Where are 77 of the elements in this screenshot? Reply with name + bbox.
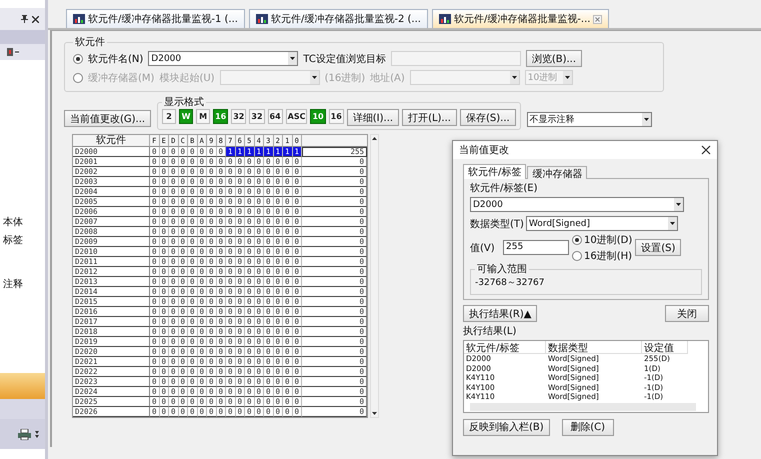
pin-icon[interactable] xyxy=(21,15,28,23)
module-start-label: 模块起始(U) xyxy=(159,72,215,84)
format-button[interactable]: 32 xyxy=(231,109,246,124)
radio-label: 缓冲存储器(M) xyxy=(88,72,154,84)
format-button[interactable]: 10 xyxy=(310,109,326,124)
data-type-select[interactable]: Word[Signed] xyxy=(526,216,678,231)
column-header: 数据类型 xyxy=(546,341,642,354)
set-button[interactable]: 设置(S) xyxy=(635,239,682,256)
radio-label: 16进制(H) xyxy=(584,250,632,262)
monitor-icon xyxy=(73,14,85,24)
tc-label: TC设定值浏览目标 xyxy=(303,52,386,66)
sidebar-item[interactable]: 注释 xyxy=(0,277,45,291)
monitor-icon xyxy=(438,14,451,24)
field-label: 数据类型(T) xyxy=(470,218,524,230)
sidebar-item[interactable]: 本体 xyxy=(0,215,45,229)
delete-button[interactable]: 删除(C) xyxy=(562,418,614,436)
format-button[interactable]: 32 xyxy=(249,109,265,124)
open-button[interactable]: 打开(L)... xyxy=(402,109,457,126)
radio-label: 软元件名(N) xyxy=(88,52,144,66)
format-button[interactable]: 2 xyxy=(162,109,176,124)
caret-icon xyxy=(562,71,572,84)
device-select[interactable]: D2000 xyxy=(470,197,684,212)
range-group: 可输入范围 -32768～32767 xyxy=(470,262,702,295)
document-tab[interactable]: 软元件/缓冲存储器批量监视-2 (... xyxy=(248,9,428,28)
range-text: -32768～32767 xyxy=(475,278,545,288)
format-button[interactable]: 16 xyxy=(328,109,344,124)
scroll-bar[interactable] xyxy=(470,402,696,410)
document-tab[interactable]: 软元件/缓冲存储器批量监视-... xyxy=(432,9,610,28)
radio-button[interactable] xyxy=(572,250,582,260)
caret-icon xyxy=(674,198,683,211)
format-button[interactable]: 16 xyxy=(213,109,228,124)
browse-button[interactable]: 浏览(B)... xyxy=(526,50,582,67)
caret-icon xyxy=(642,113,651,126)
result-toggle-button[interactable]: 执行结果(R)▲ xyxy=(463,305,538,322)
caret-icon xyxy=(310,71,319,84)
caret-icon xyxy=(668,217,677,230)
format-button[interactable]: ASC xyxy=(286,109,308,124)
caret-icon xyxy=(510,71,519,84)
tool-icon[interactable] xyxy=(6,47,20,57)
dialog-title: 当前值更改 xyxy=(459,144,509,157)
format-group: 显示格式 2 W M 16 32 32 64 ASC 10 16 详细(I)... 打开(L)... 保存(S)... xyxy=(157,95,521,130)
format-button[interactable]: W xyxy=(179,109,194,124)
close-icon[interactable] xyxy=(701,145,711,155)
scroll-bar[interactable] xyxy=(370,134,379,418)
close-icon[interactable] xyxy=(32,16,39,22)
radio-label: 10进制(D) xyxy=(584,234,632,246)
close-button[interactable]: 关闭 xyxy=(665,305,709,322)
radio-button[interactable] xyxy=(73,72,83,82)
comment-select[interactable]: 不显示注释 xyxy=(526,112,652,127)
dialog-tab[interactable]: 缓冲存储器 xyxy=(527,166,588,179)
field-label: 值(V) xyxy=(470,242,496,254)
detail-button[interactable]: 详细(I)... xyxy=(346,109,400,126)
dialog-tab[interactable]: 软元件/标签 xyxy=(463,164,526,179)
monitor-icon xyxy=(256,14,268,24)
field-label: 软元件/标签(E) xyxy=(470,182,538,195)
value-input[interactable]: 255 xyxy=(503,240,569,255)
caret-icon xyxy=(288,52,298,65)
module-start-select[interactable] xyxy=(220,70,320,85)
hex-note: (16进制) xyxy=(324,72,366,84)
address-label: 地址(A) xyxy=(370,72,405,84)
reflect-button[interactable]: 反映到输入栏(B) xyxy=(463,418,550,436)
column-header: 设定值 xyxy=(642,341,688,354)
save-button[interactable]: 保存(S)... xyxy=(460,109,516,126)
device-name-select[interactable]: D2000 xyxy=(148,51,298,66)
more-icon[interactable] xyxy=(35,430,39,438)
change-value-button[interactable]: 当前值更改(G)... xyxy=(64,110,152,127)
results-label: 执行结果(L) xyxy=(463,324,518,338)
column-header: 软元件 xyxy=(73,135,150,147)
device-group: 软元件 软元件名(N) D2000 TC设定值浏览目标 浏览(B)... 缓冲存储器(M) 模块起始(U) (16进制) 地址(A) 10进制 xyxy=(64,35,664,92)
document-tab[interactable]: 软元件/缓冲存储器批量监视-1 (... xyxy=(66,9,245,28)
radio-button[interactable] xyxy=(572,234,582,244)
format-button[interactable]: M xyxy=(196,109,210,124)
column-header: 软元件/标签 xyxy=(464,341,546,354)
format-button[interactable]: 64 xyxy=(268,109,283,124)
printer-icon[interactable] xyxy=(18,428,31,440)
radio-button[interactable] xyxy=(73,54,83,64)
sidebar-item[interactable]: 标签 xyxy=(0,233,45,247)
